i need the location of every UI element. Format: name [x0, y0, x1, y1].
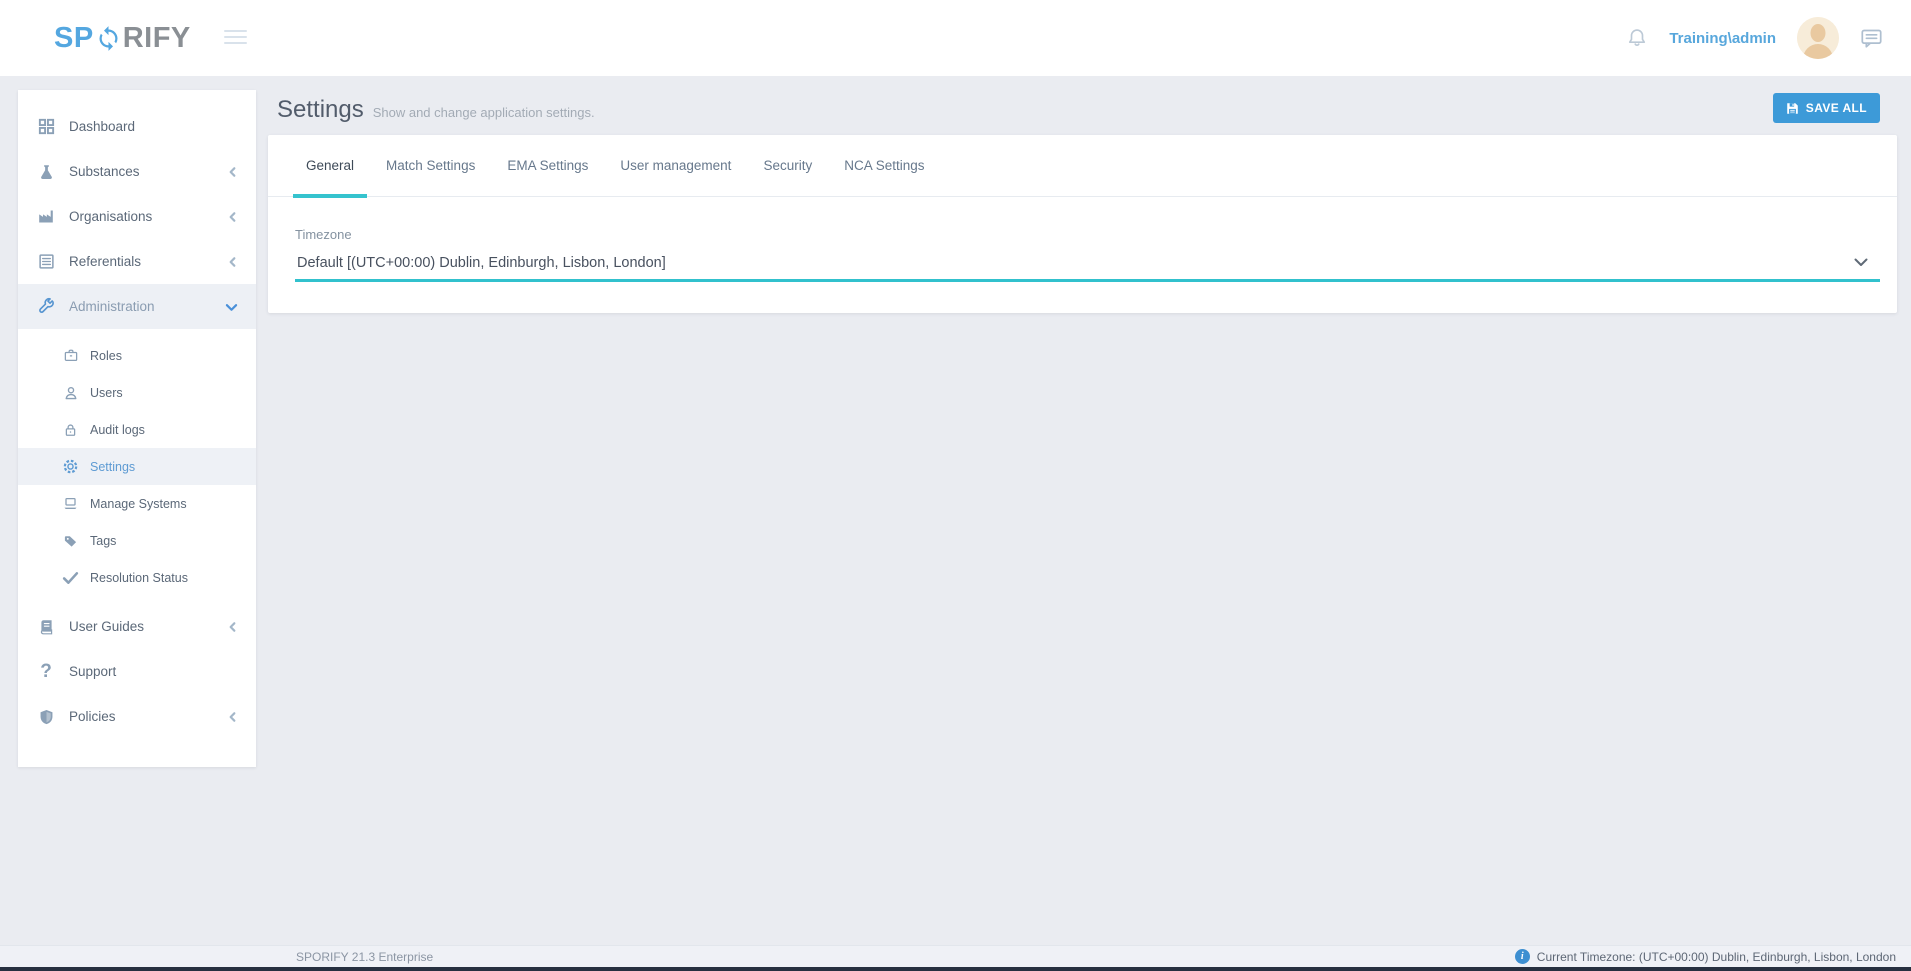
- tab-user-management[interactable]: User management: [607, 135, 744, 196]
- topbar-actions: Training\admin: [1626, 0, 1883, 76]
- page-subtitle: Show and change application settings.: [373, 105, 595, 120]
- sidebar-item-users[interactable]: Users: [18, 374, 256, 411]
- sidebar-item-label: Support: [69, 664, 116, 679]
- sidebar-item-tags[interactable]: Tags: [18, 522, 256, 559]
- sidebar-item-label: Users: [90, 386, 123, 400]
- sidebar-item-user-guides[interactable]: User Guides: [18, 604, 256, 649]
- general-settings-form: Timezone Default [(UTC+00:00) Dublin, Ed…: [268, 197, 1897, 282]
- logo-text-suffix: RIFY: [123, 22, 191, 55]
- save-all-label: SAVE ALL: [1806, 101, 1867, 115]
- logo-text-prefix: SP: [54, 22, 94, 55]
- sidebar-item-label: Audit logs: [90, 423, 145, 437]
- book-icon: [35, 618, 57, 636]
- current-timezone-label: Current Timezone: (UTC+00:00) Dublin, Ed…: [1537, 950, 1896, 964]
- tag-icon: [61, 533, 80, 549]
- sidebar-item-label: Dashboard: [69, 119, 135, 134]
- sidebar: Dashboard Substances Organisations Refer…: [18, 90, 256, 767]
- tab-security[interactable]: Security: [750, 135, 825, 196]
- sporify-logo[interactable]: SP RIFY: [54, 0, 191, 76]
- users-icon: [61, 385, 80, 401]
- sidebar-item-manage-systems[interactable]: Manage Systems: [18, 485, 256, 522]
- avatar[interactable]: [1797, 17, 1839, 59]
- chevron-left-icon: [227, 621, 238, 632]
- tab-general[interactable]: General: [293, 135, 367, 196]
- sidebar-item-substances[interactable]: Substances: [18, 149, 256, 194]
- sidebar-item-label: Settings: [90, 460, 135, 474]
- check-icon: [61, 571, 80, 585]
- sidebar-item-settings[interactable]: Settings: [18, 448, 256, 485]
- administration-submenu: Roles Users Audit logs: [18, 337, 256, 596]
- menu-toggle-icon[interactable]: [224, 30, 247, 48]
- sidebar-item-resolution-status[interactable]: Resolution Status: [18, 559, 256, 596]
- sidebar-item-support[interactable]: ? Support: [18, 649, 256, 694]
- chevron-left-icon: [227, 211, 238, 222]
- chevron-down-icon: [225, 301, 238, 312]
- sidebar-item-label: Substances: [69, 164, 140, 179]
- tab-ema-settings[interactable]: EMA Settings: [494, 135, 601, 196]
- sidebar-item-label: Policies: [69, 709, 116, 724]
- sidebar-item-administration[interactable]: Administration: [18, 284, 256, 329]
- save-icon: [1786, 102, 1799, 115]
- sidebar-item-organisations[interactable]: Organisations: [18, 194, 256, 239]
- save-all-button[interactable]: SAVE ALL: [1773, 93, 1880, 123]
- sidebar-item-label: Tags: [90, 534, 116, 548]
- sidebar-item-label: Roles: [90, 349, 122, 363]
- chevron-left-icon: [227, 711, 238, 722]
- sidebar-item-referentials[interactable]: Referentials: [18, 239, 256, 284]
- chat-icon[interactable]: [1860, 27, 1883, 50]
- flask-icon: [35, 163, 57, 181]
- dashboard-icon: [35, 117, 57, 136]
- wrench-icon: [35, 297, 57, 316]
- chevron-left-icon: [227, 256, 238, 267]
- app-header: SP RIFY Training\admin: [0, 0, 1911, 76]
- window-edge: [0, 967, 1911, 971]
- sidebar-item-label: Resolution Status: [90, 571, 188, 585]
- info-icon: i: [1515, 949, 1530, 964]
- footer: SPORIFY 21.3 Enterprise i Current Timezo…: [0, 945, 1911, 967]
- laptop-icon: [61, 496, 80, 511]
- timezone-selected-value: Default [(UTC+00:00) Dublin, Edinburgh, …: [297, 255, 666, 271]
- tab-nca-settings[interactable]: NCA Settings: [831, 135, 937, 196]
- chevron-left-icon: [227, 166, 238, 177]
- sidebar-item-policies[interactable]: Policies: [18, 694, 256, 739]
- current-user-label[interactable]: Training\admin: [1669, 30, 1776, 47]
- chevron-down-icon: [1854, 258, 1868, 267]
- sync-icon: [95, 25, 122, 52]
- briefcase-icon: [61, 348, 80, 363]
- factory-icon: [35, 208, 57, 225]
- timezone-label: Timezone: [295, 227, 1880, 242]
- question-icon: ?: [35, 662, 57, 681]
- settings-card: General Match Settings EMA Settings User…: [268, 135, 1897, 313]
- sidebar-item-label: Organisations: [69, 209, 152, 224]
- app-version-label: SPORIFY 21.3 Enterprise: [296, 950, 433, 964]
- shield-icon: [35, 708, 57, 726]
- sidebar-item-dashboard[interactable]: Dashboard: [18, 104, 256, 149]
- sidebar-item-audit-logs[interactable]: Audit logs: [18, 411, 256, 448]
- timezone-select[interactable]: Default [(UTC+00:00) Dublin, Edinburgh, …: [295, 253, 1880, 282]
- settings-tabs: General Match Settings EMA Settings User…: [268, 135, 1897, 197]
- sidebar-item-roles[interactable]: Roles: [18, 337, 256, 374]
- footer-timezone: i Current Timezone: (UTC+00:00) Dublin, …: [1515, 949, 1896, 964]
- list-icon: [35, 253, 57, 270]
- gear-icon: [61, 458, 80, 475]
- sidebar-item-label: Administration: [69, 299, 155, 314]
- bell-icon[interactable]: [1626, 27, 1648, 49]
- sidebar-item-label: Manage Systems: [90, 497, 187, 511]
- page-title: Settings: [277, 96, 364, 124]
- tab-match-settings[interactable]: Match Settings: [373, 135, 488, 196]
- sidebar-item-label: User Guides: [69, 619, 144, 634]
- page-header: Settings Show and change application set…: [277, 96, 595, 124]
- lock-icon: [61, 422, 80, 438]
- sidebar-item-label: Referentials: [69, 254, 141, 269]
- person-silhouette-icon: [1797, 17, 1839, 59]
